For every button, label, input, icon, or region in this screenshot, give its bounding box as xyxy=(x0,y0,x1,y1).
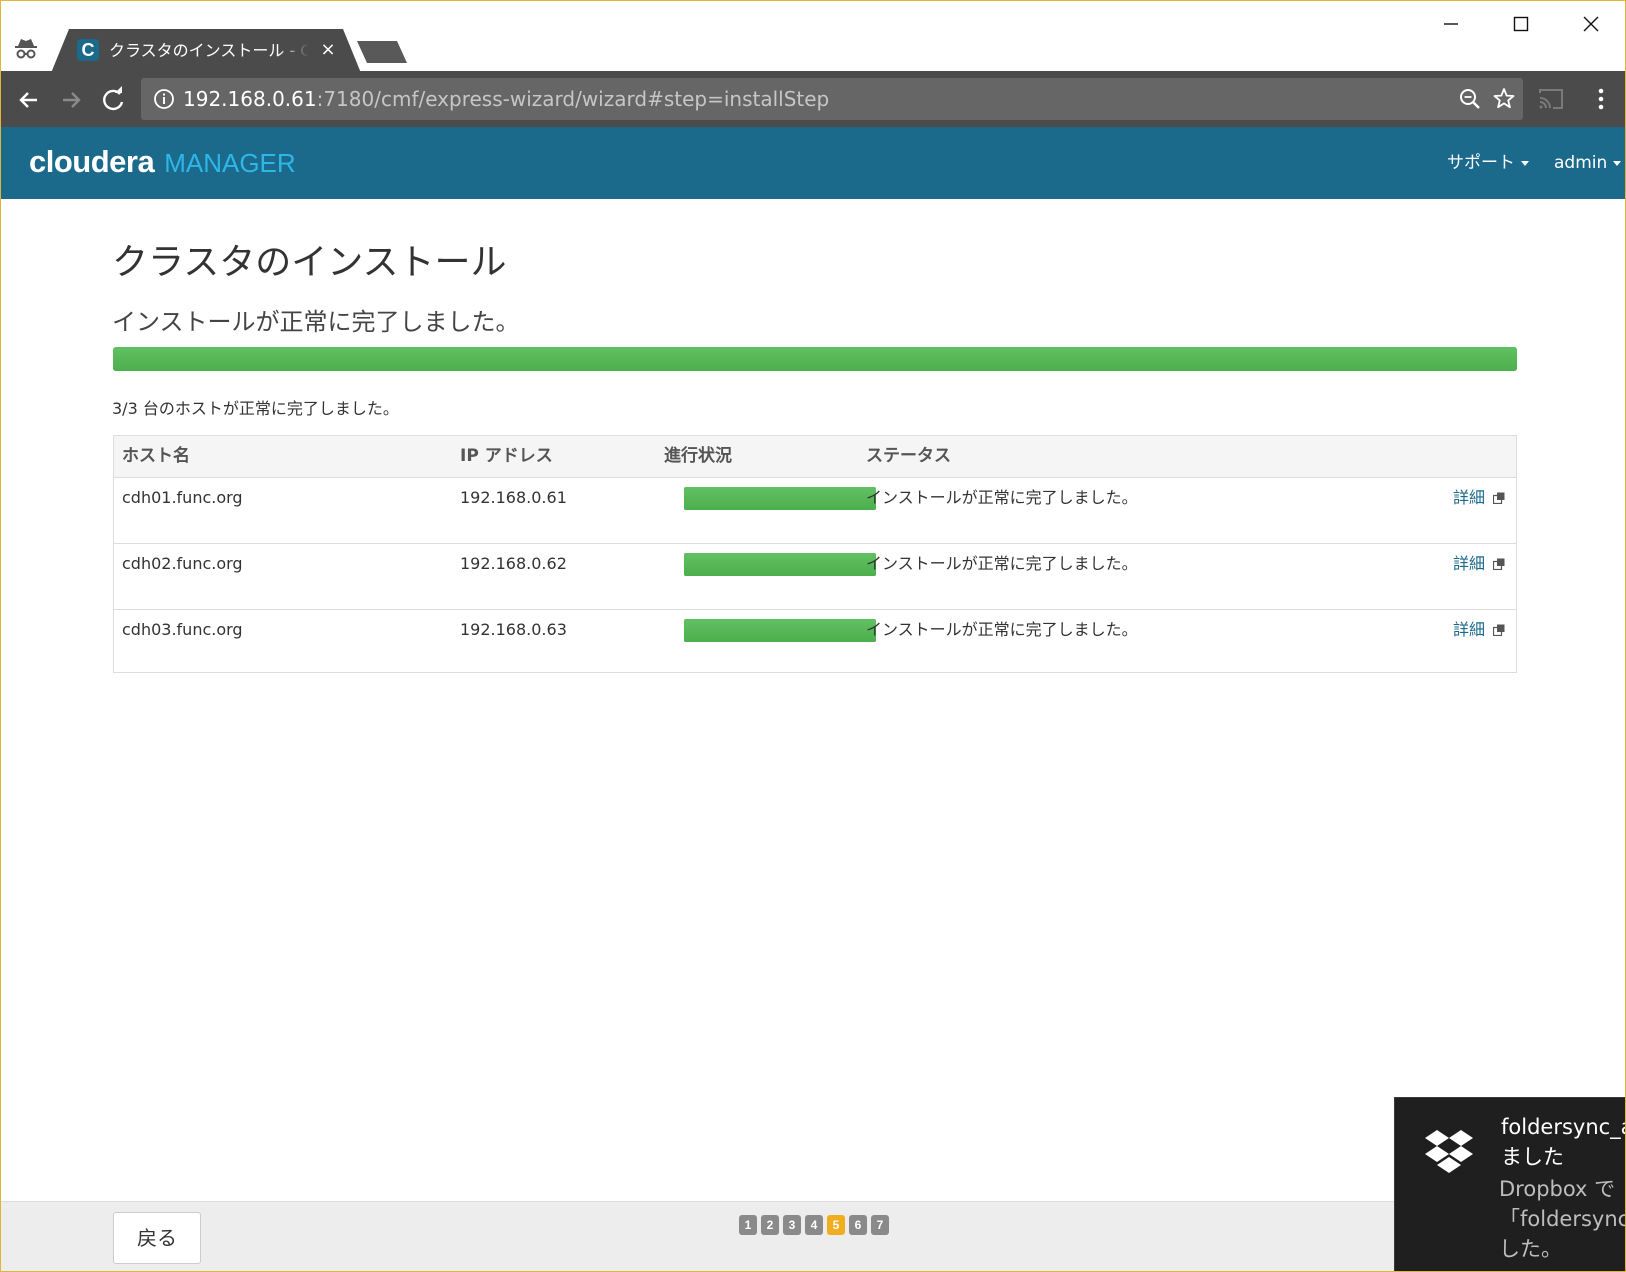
maximize-icon[interactable] xyxy=(1499,11,1543,37)
host-progress-fill xyxy=(684,553,876,576)
host-progress-fill xyxy=(684,619,876,642)
host-progress-bar xyxy=(684,619,876,642)
wizard-footer: 戻る 1234567 xyxy=(1,1201,1625,1271)
details-link[interactable]: 詳細 xyxy=(1453,620,1505,640)
caret-down-icon xyxy=(1521,160,1529,166)
back-button[interactable]: 戻る xyxy=(113,1212,201,1264)
wizard-step-5[interactable]: 5 xyxy=(827,1215,845,1235)
host-progress-fill xyxy=(684,487,876,510)
forward-icon[interactable] xyxy=(54,83,88,117)
overall-progress-bar xyxy=(113,347,1517,371)
page-title: クラスタのインストール xyxy=(112,242,507,283)
details-link[interactable]: 詳細 xyxy=(1453,554,1505,574)
details-link-label: 詳細 xyxy=(1453,620,1486,639)
overall-progress-fill xyxy=(113,347,1517,371)
cloudera-manager-logo[interactable]: cloudera MANAGER xyxy=(29,140,296,184)
host-name: cdh03.func.org xyxy=(122,620,243,639)
external-link-icon xyxy=(1493,624,1505,636)
wizard-step-6[interactable]: 6 xyxy=(849,1215,867,1235)
tab-title: クラスタのインストール - Cloudera Manager xyxy=(109,41,309,60)
wizard-step-2[interactable]: 2 xyxy=(761,1215,779,1235)
wizard-content: クラスタのインストール インストールが正常に完了しました。 3/3 台のホストが… xyxy=(1,199,1625,1201)
minimize-icon[interactable] xyxy=(1429,11,1473,37)
wizard-step-4[interactable]: 4 xyxy=(805,1215,823,1235)
wizard-step-7[interactable]: 7 xyxy=(871,1215,889,1235)
cast-icon[interactable] xyxy=(1537,87,1565,111)
host-ip: 192.168.0.63 xyxy=(460,620,567,639)
table-row: cdh01.func.org 192.168.0.61 インストールが正常に完了… xyxy=(114,478,1516,544)
notification-title-line: foldersync_au xyxy=(1501,1115,1625,1139)
notification-body-line: した。 xyxy=(1499,1237,1562,1261)
new-tab-button[interactable] xyxy=(357,41,407,63)
table-header: ホスト名 IP アドレス 進行状況 ステータス xyxy=(114,436,1516,478)
details-link-label: 詳細 xyxy=(1453,488,1486,507)
notification-title-line: ました xyxy=(1501,1145,1564,1169)
browser-toolbar: 192.168.0.61:7180/cmf/express-wizard/wiz… xyxy=(1,71,1625,127)
host-progress-bar xyxy=(684,487,876,510)
notification-title: foldersync_au ました xyxy=(1501,1112,1625,1172)
zoom-icon[interactable] xyxy=(1457,86,1483,112)
reload-icon[interactable] xyxy=(96,83,130,117)
url-host: 192.168.0.61 xyxy=(183,87,317,111)
column-header-ip: IP アドレス xyxy=(460,446,553,466)
column-header-hostname: ホスト名 xyxy=(122,446,190,466)
browser-tab[interactable]: C クラスタのインストール - Cloudera Manager × xyxy=(51,29,361,73)
title-bar: C クラスタのインストール - Cloudera Manager × xyxy=(1,1,1625,73)
cloudera-manager-header: cloudera MANAGER サポート admin xyxy=(1,127,1625,199)
close-icon[interactable] xyxy=(1569,11,1613,37)
host-name: cdh01.func.org xyxy=(122,488,243,507)
dropbox-icon xyxy=(1425,1130,1473,1173)
host-status: インストールが正常に完了しました。 xyxy=(866,488,1138,507)
table-row: cdh03.func.org 192.168.0.63 インストールが正常に完了… xyxy=(114,610,1516,676)
notification-body-line: Dropbox で xyxy=(1499,1177,1616,1201)
tab-close-icon[interactable]: × xyxy=(317,39,339,61)
details-link-label: 詳細 xyxy=(1453,554,1486,573)
address-bar[interactable]: 192.168.0.61:7180/cmf/express-wizard/wiz… xyxy=(141,78,1523,120)
notification-body: Dropbox で 「foldersync_a した。 xyxy=(1499,1174,1625,1264)
host-ip: 192.168.0.61 xyxy=(460,488,567,507)
incognito-icon xyxy=(15,39,37,59)
column-header-status: ステータス xyxy=(866,446,951,466)
url-path: :7180/cmf/express-wizard/wizard#step=ins… xyxy=(316,87,830,111)
host-name: cdh02.func.org xyxy=(122,554,243,573)
notification-body-line: 「foldersync_a xyxy=(1499,1207,1625,1231)
host-status: インストールが正常に完了しました。 xyxy=(866,620,1138,639)
back-icon[interactable] xyxy=(12,83,46,117)
host-status: インストールが正常に完了しました。 xyxy=(866,554,1138,573)
external-link-icon xyxy=(1493,558,1505,570)
caret-down-icon xyxy=(1613,160,1622,166)
browser-window: C クラスタのインストール - Cloudera Manager × 192.1… xyxy=(0,0,1626,1272)
dropbox-notification[interactable]: foldersync_au ました Dropbox で 「foldersync_… xyxy=(1394,1097,1625,1271)
wizard-steps: 1234567 xyxy=(739,1215,893,1235)
wizard-step-3[interactable]: 3 xyxy=(783,1215,801,1235)
support-menu[interactable]: サポート xyxy=(1447,151,1529,175)
url-text[interactable]: 192.168.0.61:7180/cmf/express-wizard/wiz… xyxy=(183,78,829,120)
wizard-step-1[interactable]: 1 xyxy=(739,1215,757,1235)
star-icon[interactable] xyxy=(1491,86,1517,112)
host-ip: 192.168.0.62 xyxy=(460,554,567,573)
table-row: cdh02.func.org 192.168.0.62 インストールが正常に完了… xyxy=(114,544,1516,610)
info-icon[interactable] xyxy=(153,88,175,110)
logo-cloudera-text: cloudera xyxy=(29,144,155,179)
admin-menu[interactable]: admin xyxy=(1554,151,1622,175)
support-menu-label: サポート xyxy=(1447,153,1515,173)
menu-icon[interactable] xyxy=(1591,85,1611,113)
install-status-text: インストールが正常に完了しました。 xyxy=(112,308,520,336)
cloudera-favicon-icon: C xyxy=(77,39,99,61)
details-link[interactable]: 詳細 xyxy=(1453,488,1505,508)
host-progress-bar xyxy=(684,553,876,576)
hosts-table: ホスト名 IP アドレス 進行状況 ステータス cdh01.func.org 1… xyxy=(113,435,1517,673)
admin-menu-label: admin xyxy=(1554,153,1608,173)
column-header-progress: 進行状況 xyxy=(664,446,732,466)
external-link-icon xyxy=(1493,492,1505,504)
logo-manager-text: MANAGER xyxy=(164,148,296,178)
hosts-summary-text: 3/3 台のホストが正常に完了しました。 xyxy=(112,399,399,418)
